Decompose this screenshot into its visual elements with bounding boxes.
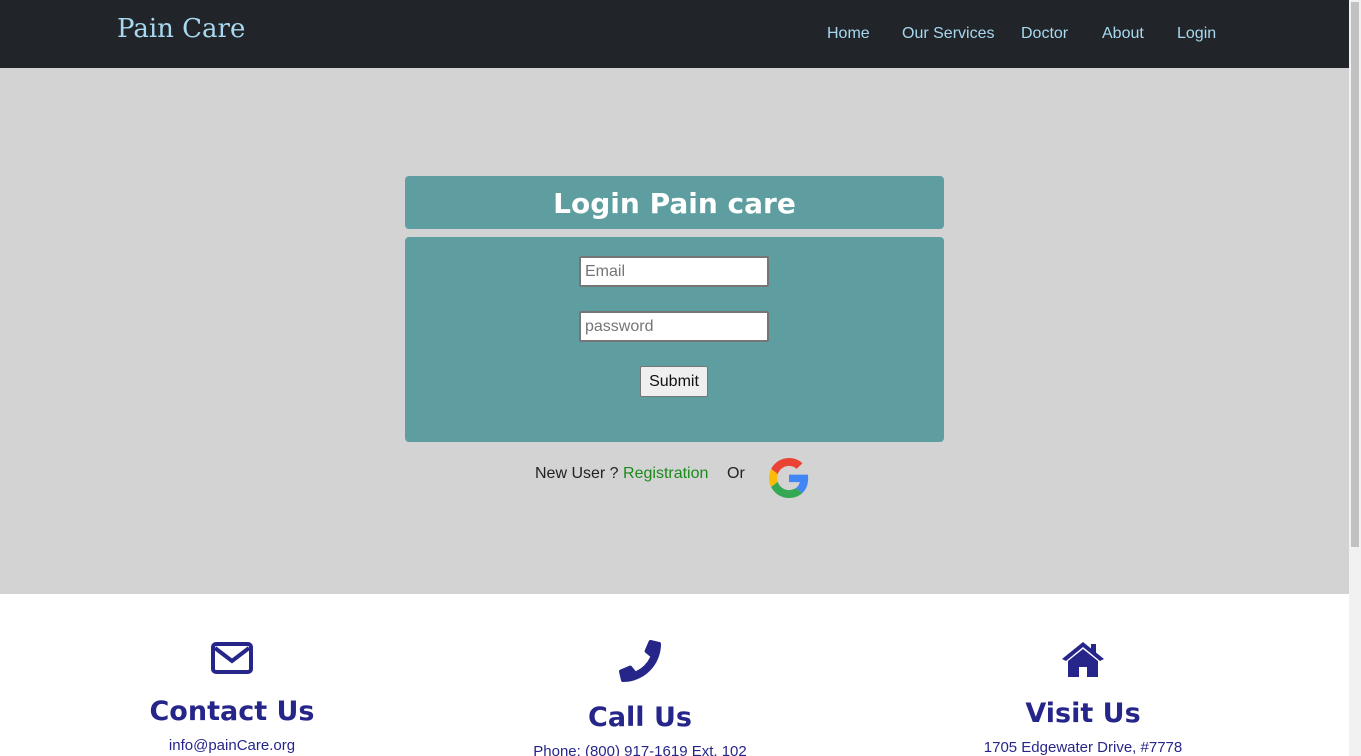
phone-icon <box>619 640 661 682</box>
login-header: Login Pain care <box>405 176 944 229</box>
visit-us-column: Visit Us 1705 Edgewater Drive, #7778 <box>943 640 1223 756</box>
password-input[interactable] <box>579 311 769 342</box>
new-user-row: New User ? Registration <box>535 465 708 483</box>
contact-phone[interactable]: Phone: (800) 917-1619 Ext. 102 <box>490 743 790 756</box>
call-us-column: Call Us Phone: (800) 917-1619 Ext. 102 <box>490 640 790 756</box>
nav-doctor[interactable]: Doctor <box>1021 25 1068 43</box>
navbar: Pain Care Home Our Services Doctor About… <box>0 0 1349 68</box>
login-form: Submit <box>405 237 944 442</box>
contact-us-title: Contact Us <box>149 696 315 727</box>
envelope-icon <box>211 642 253 674</box>
or-text: Or <box>727 465 745 482</box>
home-icon <box>1062 642 1104 677</box>
page-scrollbar[interactable] <box>1349 0 1361 756</box>
new-user-text: New User ? <box>535 465 619 482</box>
visit-us-title: Visit Us <box>1025 698 1141 729</box>
contact-us-column: Contact Us info@painCare.org <box>132 640 332 754</box>
nav-home[interactable]: Home <box>827 25 870 43</box>
brand-logo[interactable]: Pain Care <box>117 14 245 44</box>
nav-login[interactable]: Login <box>1177 25 1216 43</box>
email-input[interactable] <box>579 256 769 287</box>
login-title: Login Pain care <box>553 187 796 220</box>
registration-link[interactable]: Registration <box>623 465 708 482</box>
nav-our-services[interactable]: Our Services <box>902 25 994 43</box>
scrollbar-thumb[interactable] <box>1351 2 1359 547</box>
nav-about[interactable]: About <box>1102 25 1144 43</box>
call-us-title: Call Us <box>588 702 692 733</box>
contact-email[interactable]: info@painCare.org <box>132 737 332 754</box>
submit-button[interactable]: Submit <box>640 366 708 397</box>
contact-address: 1705 Edgewater Drive, #7778 <box>983 739 1183 756</box>
google-icon[interactable] <box>769 458 809 498</box>
